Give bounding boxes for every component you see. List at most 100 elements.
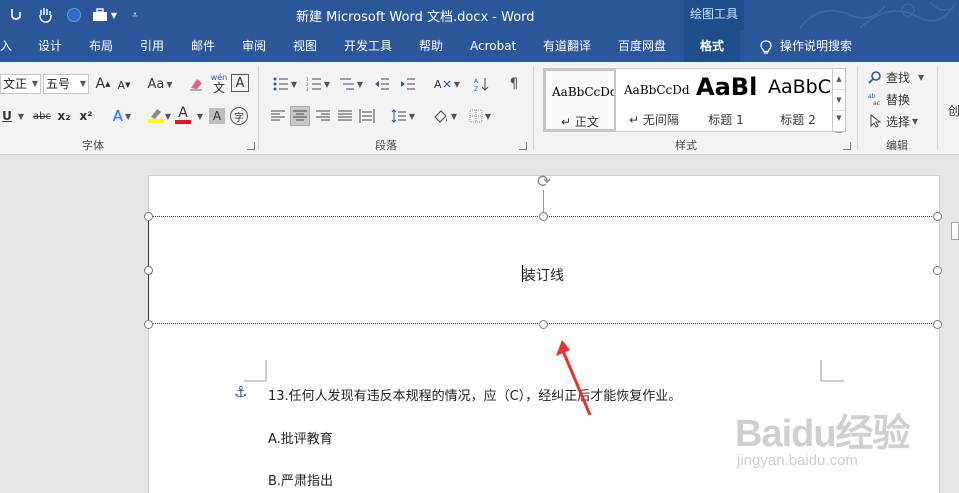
editing-group-label: 编辑 bbox=[886, 139, 908, 152]
touch-hand-icon[interactable] bbox=[34, 5, 56, 25]
sort-button[interactable]: AZ bbox=[472, 74, 492, 94]
decrease-indent-button[interactable] bbox=[372, 74, 392, 94]
line-spacing-button[interactable]: ▼ bbox=[388, 106, 418, 126]
create-partial-label[interactable]: 创 bbox=[948, 102, 959, 118]
lightbulb-icon bbox=[760, 30, 772, 62]
character-shading-button[interactable]: A bbox=[209, 108, 225, 124]
highlight-dropdown[interactable]: ▼ bbox=[163, 106, 171, 126]
bullets-button[interactable]: ▼ bbox=[270, 74, 300, 94]
resize-handle-bottom-left[interactable] bbox=[144, 320, 153, 329]
borders-button[interactable]: ▼ bbox=[465, 106, 495, 126]
find-button[interactable]: 查找 ▼ bbox=[868, 68, 930, 86]
resize-handle-top-left[interactable] bbox=[144, 212, 153, 221]
styles-group-label: 样式 bbox=[675, 139, 697, 152]
anchor-icon[interactable]: ⚓ bbox=[234, 383, 247, 401]
paragraph-group-label: 段落 bbox=[375, 139, 397, 152]
distributed-button[interactable] bbox=[357, 106, 377, 126]
tab-acrobat[interactable]: Acrobat bbox=[470, 30, 516, 62]
resize-handle-bottom-right[interactable] bbox=[933, 320, 942, 329]
phonetic-guide-button[interactable]: wén 文 bbox=[209, 72, 229, 94]
clear-format-icon[interactable] bbox=[187, 74, 205, 94]
ribbon: 文正 ▼ 五号 ▼ A ▲ A ▼ Aa ▼ wén 文 A U ▼ abc x₂ x² A… bbox=[0, 62, 959, 155]
shrink-font-button[interactable]: A ▼ bbox=[116, 76, 132, 94]
font-dialog-launcher[interactable] bbox=[247, 142, 255, 150]
underline-dropdown[interactable]: ▼ bbox=[16, 106, 24, 126]
group-separator bbox=[857, 66, 858, 150]
tab-youdao[interactable]: 有道翻译 bbox=[543, 30, 591, 62]
styles-gallery-scroll[interactable]: ▲ ▼ ▼ ― bbox=[832, 68, 846, 136]
superscript-button[interactable]: x² bbox=[77, 106, 95, 126]
group-separator bbox=[533, 66, 534, 150]
chinese-layout-button[interactable]: A ▼ bbox=[432, 74, 462, 94]
header-binding-text[interactable]: 装订线 bbox=[522, 265, 564, 285]
rotate-handle-icon[interactable]: ⟳ bbox=[533, 172, 555, 192]
toolbox-icon[interactable]: ▼ bbox=[88, 5, 120, 25]
tab-developer[interactable]: 开发工具 bbox=[344, 30, 392, 62]
crop-mark-right bbox=[820, 360, 844, 382]
vertical-ruler-marker[interactable] bbox=[951, 222, 959, 240]
tab-design[interactable]: 设计 bbox=[38, 30, 62, 62]
multilevel-list-button[interactable]: ▼ bbox=[336, 74, 366, 94]
style-heading-2[interactable]: AaBbC 标题 2 bbox=[762, 69, 834, 131]
replace-button[interactable]: ab ac 替换 bbox=[868, 90, 920, 108]
replace-icon: abac bbox=[868, 93, 880, 106]
align-left-button[interactable] bbox=[268, 106, 288, 126]
window-title: 新建 Microsoft Word 文档.docx - Word bbox=[296, 10, 535, 25]
annotation-arrow bbox=[556, 340, 592, 416]
cursor-icon bbox=[870, 114, 882, 128]
shading-button[interactable]: ▼ bbox=[430, 106, 460, 126]
tab-layout[interactable]: 布局 bbox=[89, 30, 113, 62]
strikethrough-button[interactable]: abc bbox=[31, 106, 53, 126]
increase-indent-button[interactable] bbox=[398, 74, 418, 94]
option-a-line[interactable]: A.批评教育 bbox=[268, 428, 333, 447]
watermark-url: jingyan.baidu.com bbox=[737, 452, 858, 469]
text-effects-button[interactable]: A ▼ bbox=[108, 106, 136, 126]
font-color-button[interactable]: A bbox=[173, 104, 193, 126]
ribbon-tabs: 入 设计 布局 引用 邮件 审阅 视图 开发工具 帮助 Acrobat 有道翻译… bbox=[0, 30, 959, 62]
styles-gallery: AaBbCcDd ↵ 正文 AaBbCcDd ↵ 无间隔 AaBl 标题 1 A… bbox=[543, 68, 846, 132]
subscript-button[interactable]: x₂ bbox=[55, 106, 73, 126]
styles-dialog-launcher[interactable] bbox=[843, 142, 851, 150]
style-normal[interactable]: AaBbCcDd ↵ 正文 bbox=[544, 69, 616, 131]
customize-qat-icon[interactable]: ⩡ bbox=[128, 5, 142, 25]
tab-insert[interactable]: 入 bbox=[0, 30, 12, 62]
title-decoration bbox=[799, 1, 956, 29]
numbering-button[interactable]: 1 2 3 ▼ bbox=[303, 74, 333, 94]
style-no-spacing[interactable]: AaBbCcDd ↵ 无间隔 bbox=[618, 69, 690, 131]
font-color-dropdown[interactable]: ▼ bbox=[195, 106, 203, 126]
tell-me-label: 操作说明搜索 bbox=[780, 39, 853, 53]
paragraph-dialog-launcher[interactable] bbox=[519, 142, 527, 150]
tab-mailings[interactable]: 邮件 bbox=[191, 30, 215, 62]
text-cursor bbox=[522, 265, 523, 282]
font-name-combo[interactable]: 文正 ▼ bbox=[0, 74, 41, 94]
tab-references[interactable]: 引用 bbox=[140, 30, 164, 62]
resize-handle-middle-right[interactable] bbox=[933, 266, 942, 275]
touch-mode-icon[interactable] bbox=[6, 5, 26, 25]
font-size-combo[interactable]: 五号 ▼ bbox=[43, 74, 89, 94]
tab-view[interactable]: 视图 bbox=[293, 30, 317, 62]
resize-handle-top-right[interactable] bbox=[933, 212, 942, 221]
font-group-label: 字体 bbox=[82, 139, 104, 152]
style-heading-1[interactable]: AaBl 标题 1 bbox=[690, 69, 762, 131]
change-case-button[interactable]: Aa ▼ bbox=[145, 74, 175, 94]
justify-button[interactable] bbox=[335, 106, 355, 126]
option-b-line[interactable]: B.严肃指出 bbox=[268, 470, 333, 489]
underline-button[interactable]: U bbox=[0, 106, 14, 126]
tab-format[interactable]: 格式 bbox=[684, 30, 741, 62]
show-marks-button[interactable]: ¶ bbox=[504, 74, 524, 94]
resize-handle-middle-left[interactable] bbox=[144, 266, 153, 275]
resize-handle-top-center[interactable] bbox=[539, 212, 548, 221]
tab-help[interactable]: 帮助 bbox=[419, 30, 443, 62]
chevron-down-icon: ▼ bbox=[31, 79, 38, 88]
tab-baidu-netdisk[interactable]: 百度网盘 bbox=[618, 30, 666, 62]
tell-me-search[interactable]: 操作说明搜索 bbox=[760, 30, 852, 62]
align-right-button[interactable] bbox=[313, 106, 333, 126]
enclose-characters-button[interactable]: 字 bbox=[230, 107, 248, 125]
grow-font-button[interactable]: A ▲ bbox=[94, 74, 112, 94]
circle-icon[interactable] bbox=[64, 5, 84, 25]
tab-review[interactable]: 审阅 bbox=[242, 30, 266, 62]
select-button[interactable]: 选择 ▼ bbox=[868, 112, 924, 130]
align-center-button[interactable] bbox=[290, 106, 310, 126]
character-border-button[interactable]: A bbox=[231, 74, 249, 92]
context-tab-header: 绘图工具 bbox=[684, 0, 744, 30]
